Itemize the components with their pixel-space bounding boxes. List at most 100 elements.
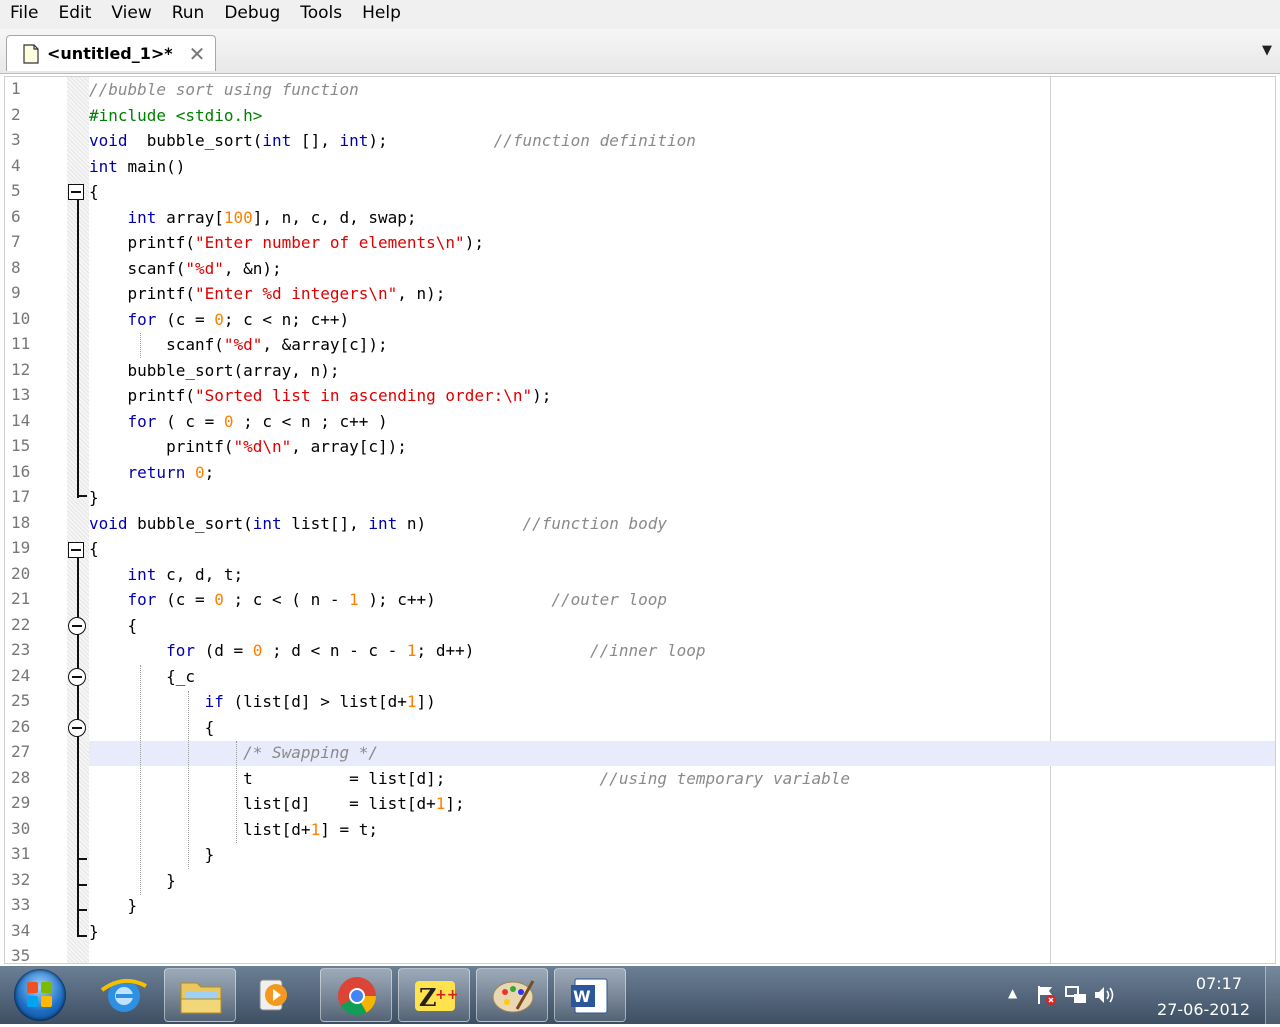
menu-debug[interactable]: Debug — [214, 0, 290, 29]
show-desktop-button[interactable] — [1265, 966, 1280, 1024]
code-line: for (d = 0 ; d < n - c - 1; d++) //inner… — [89, 638, 706, 663]
menu-bar: File Edit View Run Debug Tools Help — [0, 0, 1280, 30]
code-token: } — [89, 488, 99, 507]
code-token: //inner loop — [589, 641, 706, 660]
menu-run[interactable]: Run — [162, 0, 215, 29]
code-token: #include <stdio.h> — [89, 105, 263, 125]
code-token: scanf( — [89, 258, 186, 278]
code-token: , n); — [397, 284, 446, 303]
code-line: //bubble sort using function — [89, 77, 359, 102]
code-token: return — [127, 462, 186, 482]
code-token: list[], — [281, 513, 369, 533]
taskbar-paint[interactable] — [476, 968, 548, 1022]
code-token: ); — [368, 131, 494, 150]
code-line: printf("%d\n", array[c]); — [89, 434, 407, 459]
code-token: //using temporary variable — [599, 768, 850, 788]
taskbar-chrome[interactable] — [320, 968, 392, 1022]
line-number: 3 — [11, 130, 21, 149]
code-token: "%d" — [223, 335, 263, 354]
code-token: 1 — [310, 819, 321, 839]
code-line: void bubble_sort(int list[], int n) //fu… — [89, 511, 667, 536]
tab-list-dropdown-icon[interactable]: ▼ — [1262, 43, 1272, 58]
menu-view[interactable]: View — [101, 0, 161, 29]
paint-palette-icon — [492, 980, 535, 1013]
code-editor[interactable]: 1 2 3 4 5 6 7 8 9 10 11 12 13 14 15 16 17 18 19 20 21 22 23 24 2… — [4, 76, 1276, 964]
code-line: list[d] = list[d+1]; — [89, 791, 465, 816]
tab-untitled-1[interactable]: <untitled_1>* ✕ — [6, 35, 216, 71]
code-token: , &n); — [223, 258, 282, 278]
code-token: 0 — [194, 462, 205, 482]
fold-toggle-if-block[interactable] — [68, 719, 86, 737]
code-token: { — [89, 717, 215, 737]
network-icon[interactable] — [1064, 984, 1088, 1006]
fold-toggle-outer-loop[interactable] — [68, 617, 86, 635]
code-token: bubble_sort( — [127, 513, 253, 533]
chrome-icon — [338, 977, 377, 1016]
close-icon[interactable]: ✕ — [189, 44, 206, 64]
code-token: int — [339, 131, 369, 150]
taskbar-zplus-ide[interactable]: Z ++ — [398, 968, 470, 1022]
code-token: c, d, t; — [156, 564, 244, 584]
zplus-ide-icon: Z ++ — [415, 981, 458, 1012]
show-hidden-icons-icon[interactable]: ▲ — [1008, 986, 1017, 1000]
folder-icon — [180, 982, 222, 1014]
code-line: for ( c = 0 ; c < n ; c++ ) — [89, 409, 388, 434]
line-number: 23 — [11, 640, 31, 659]
code-line: for (c = 0 ; c < ( n - 1 ); c++) //outer… — [89, 587, 667, 612]
taskbar-media-player[interactable] — [242, 968, 314, 1022]
code-line: { — [89, 613, 138, 638]
code-line: t = list[d]; //using temporary variable — [89, 766, 850, 791]
code-token: int — [127, 564, 157, 584]
line-number-gutter: 1 2 3 4 5 6 7 8 9 10 11 12 13 14 15 16 17 18 19 20 21 22 23 24 2… — [5, 77, 67, 963]
menu-file[interactable]: File — [0, 0, 48, 29]
code-token: {_c — [89, 666, 195, 686]
line-number: 13 — [11, 385, 31, 404]
code-line: } — [89, 485, 99, 510]
code-line: { — [89, 715, 215, 740]
volume-icon[interactable] — [1092, 984, 1116, 1006]
code-token: printf( — [89, 233, 195, 252]
menu-edit[interactable]: Edit — [48, 0, 101, 29]
taskbar-internet-explorer[interactable] — [88, 968, 160, 1022]
word-icon: W — [571, 978, 608, 1014]
fold-toggle-main[interactable] — [68, 184, 84, 200]
clock-time[interactable]: 07:17 — [1196, 974, 1242, 993]
code-line: printf("Sorted list in ascending order:\… — [89, 383, 552, 408]
line-number: 8 — [11, 257, 21, 277]
code-token: ; d++) — [416, 641, 590, 660]
fold-toggle-bubble-sort[interactable] — [68, 542, 84, 558]
code-token: { — [89, 539, 99, 558]
line-number: 4 — [11, 155, 21, 175]
code-token: for — [127, 411, 157, 431]
code-line: int main() — [89, 154, 185, 179]
code-token: int — [252, 513, 282, 533]
code-token: ; c < n ; c++ ) — [233, 411, 388, 431]
code-line: int array[100], n, c, d, swap; — [89, 205, 417, 230]
menu-tools[interactable]: Tools — [290, 0, 352, 29]
menu-help[interactable]: Help — [352, 0, 411, 29]
fold-end-inner-2 — [77, 878, 87, 886]
code-token: list[d] = list[d+ — [89, 794, 436, 813]
fold-toggle-inner-loop[interactable] — [68, 668, 86, 686]
code-token: bubble_sort( — [127, 131, 263, 150]
code-token: } — [89, 896, 138, 915]
line-number: 14 — [11, 410, 31, 430]
code-line: for (c = 0; c < n; c++) — [89, 307, 350, 332]
action-center-flag-icon[interactable] — [1036, 984, 1058, 1006]
code-token: /* Swapping */ — [243, 743, 378, 762]
taskbar-word[interactable]: W — [554, 968, 626, 1022]
start-button[interactable] — [14, 969, 66, 1021]
code-token: 1 — [406, 641, 417, 660]
code-line: {_c — [89, 664, 195, 689]
code-token: for — [127, 309, 157, 329]
code-line: /* Swapping */ — [89, 740, 378, 765]
taskbar-windows-explorer[interactable] — [164, 968, 236, 1022]
code-token: } — [89, 921, 99, 941]
code-line: void bubble_sort(int [], int); //functio… — [89, 128, 696, 153]
clock-date[interactable]: 27-06-2012 — [1157, 1000, 1250, 1019]
taskbar: Z ++ W ▲ 07:17 27-06-2012 — [0, 966, 1280, 1024]
code-token: ; c < ( n - — [223, 590, 350, 609]
